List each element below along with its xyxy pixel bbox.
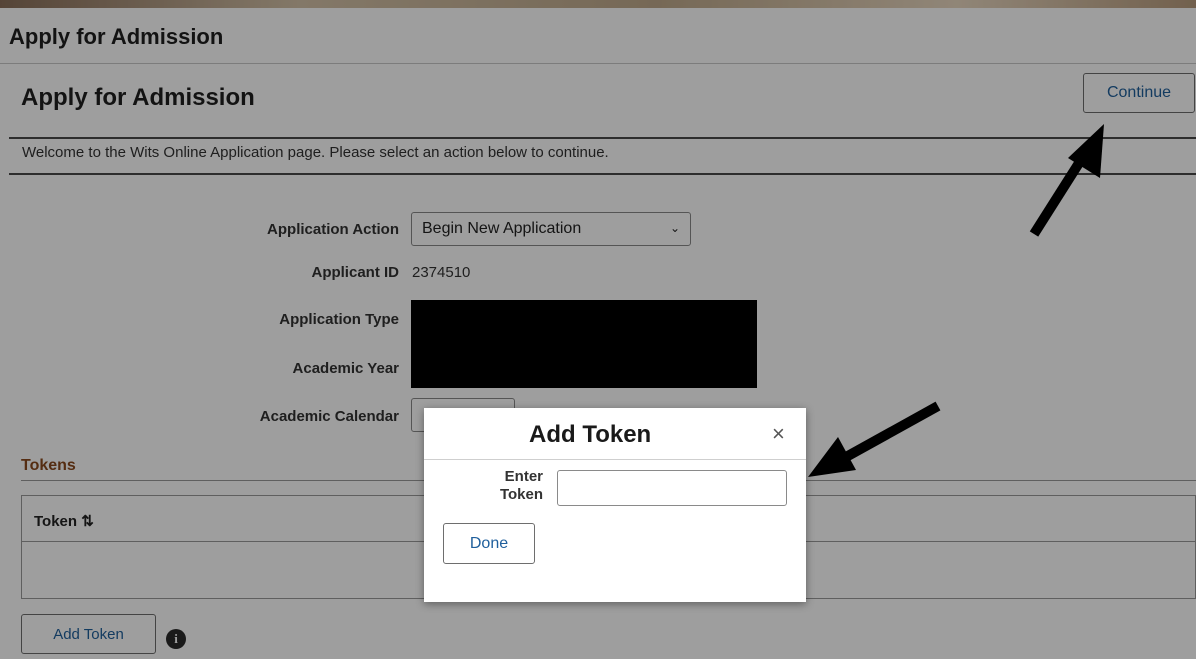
annotation-arrows <box>808 124 1104 477</box>
annotation-arrow-continue <box>1029 124 1104 237</box>
annotation-arrow-token-input <box>808 401 941 477</box>
